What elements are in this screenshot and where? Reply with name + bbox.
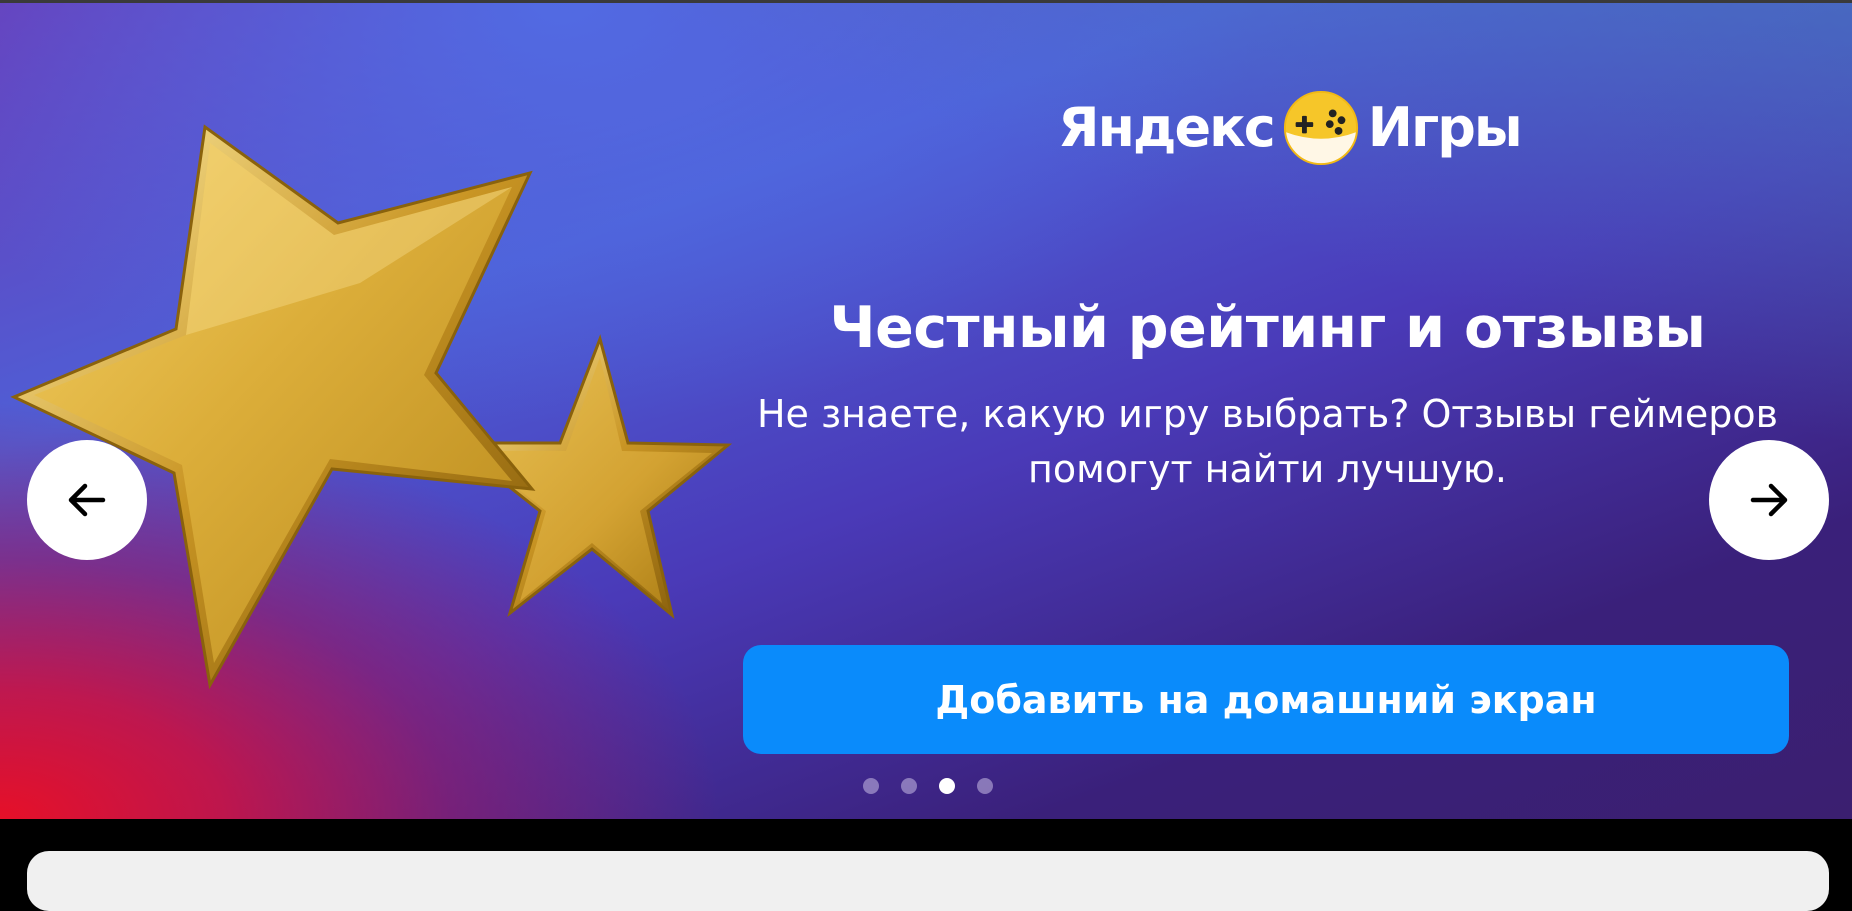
yandex-games-logo: Яндекс Игры: [1058, 89, 1523, 167]
banner-subtitle: Не знаете, какую игру выбрать? Отзывы ге…: [756, 392, 1779, 491]
logo-word-yandex: Яндекс: [1058, 96, 1276, 159]
arrow-right-icon: [1750, 483, 1788, 517]
promo-banner-carousel: Яндекс Игры Честный рейтинг и отзывы Не …: [0, 3, 1852, 819]
arrow-left-icon: [68, 483, 106, 517]
carousel-pagination: [863, 778, 993, 794]
carousel-prev-button[interactable]: [27, 440, 147, 560]
carousel-next-button[interactable]: [1709, 440, 1829, 560]
pagination-dot-1[interactable]: [863, 778, 879, 794]
pagination-dot-2[interactable]: [901, 778, 917, 794]
pagination-dot-4[interactable]: [977, 778, 993, 794]
banner-title: Честный рейтинг и отзывы: [829, 295, 1706, 361]
pagination-dot-3-active[interactable]: [939, 778, 955, 794]
gamepad-ball-icon: [1283, 90, 1358, 166]
gold-stars-illustration: [10, 124, 733, 690]
logo-word-games: Игры: [1367, 96, 1523, 159]
add-to-home-screen-button[interactable]: Добавить на домашний экран: [743, 645, 1789, 754]
content-card-top-edge: [27, 851, 1829, 911]
